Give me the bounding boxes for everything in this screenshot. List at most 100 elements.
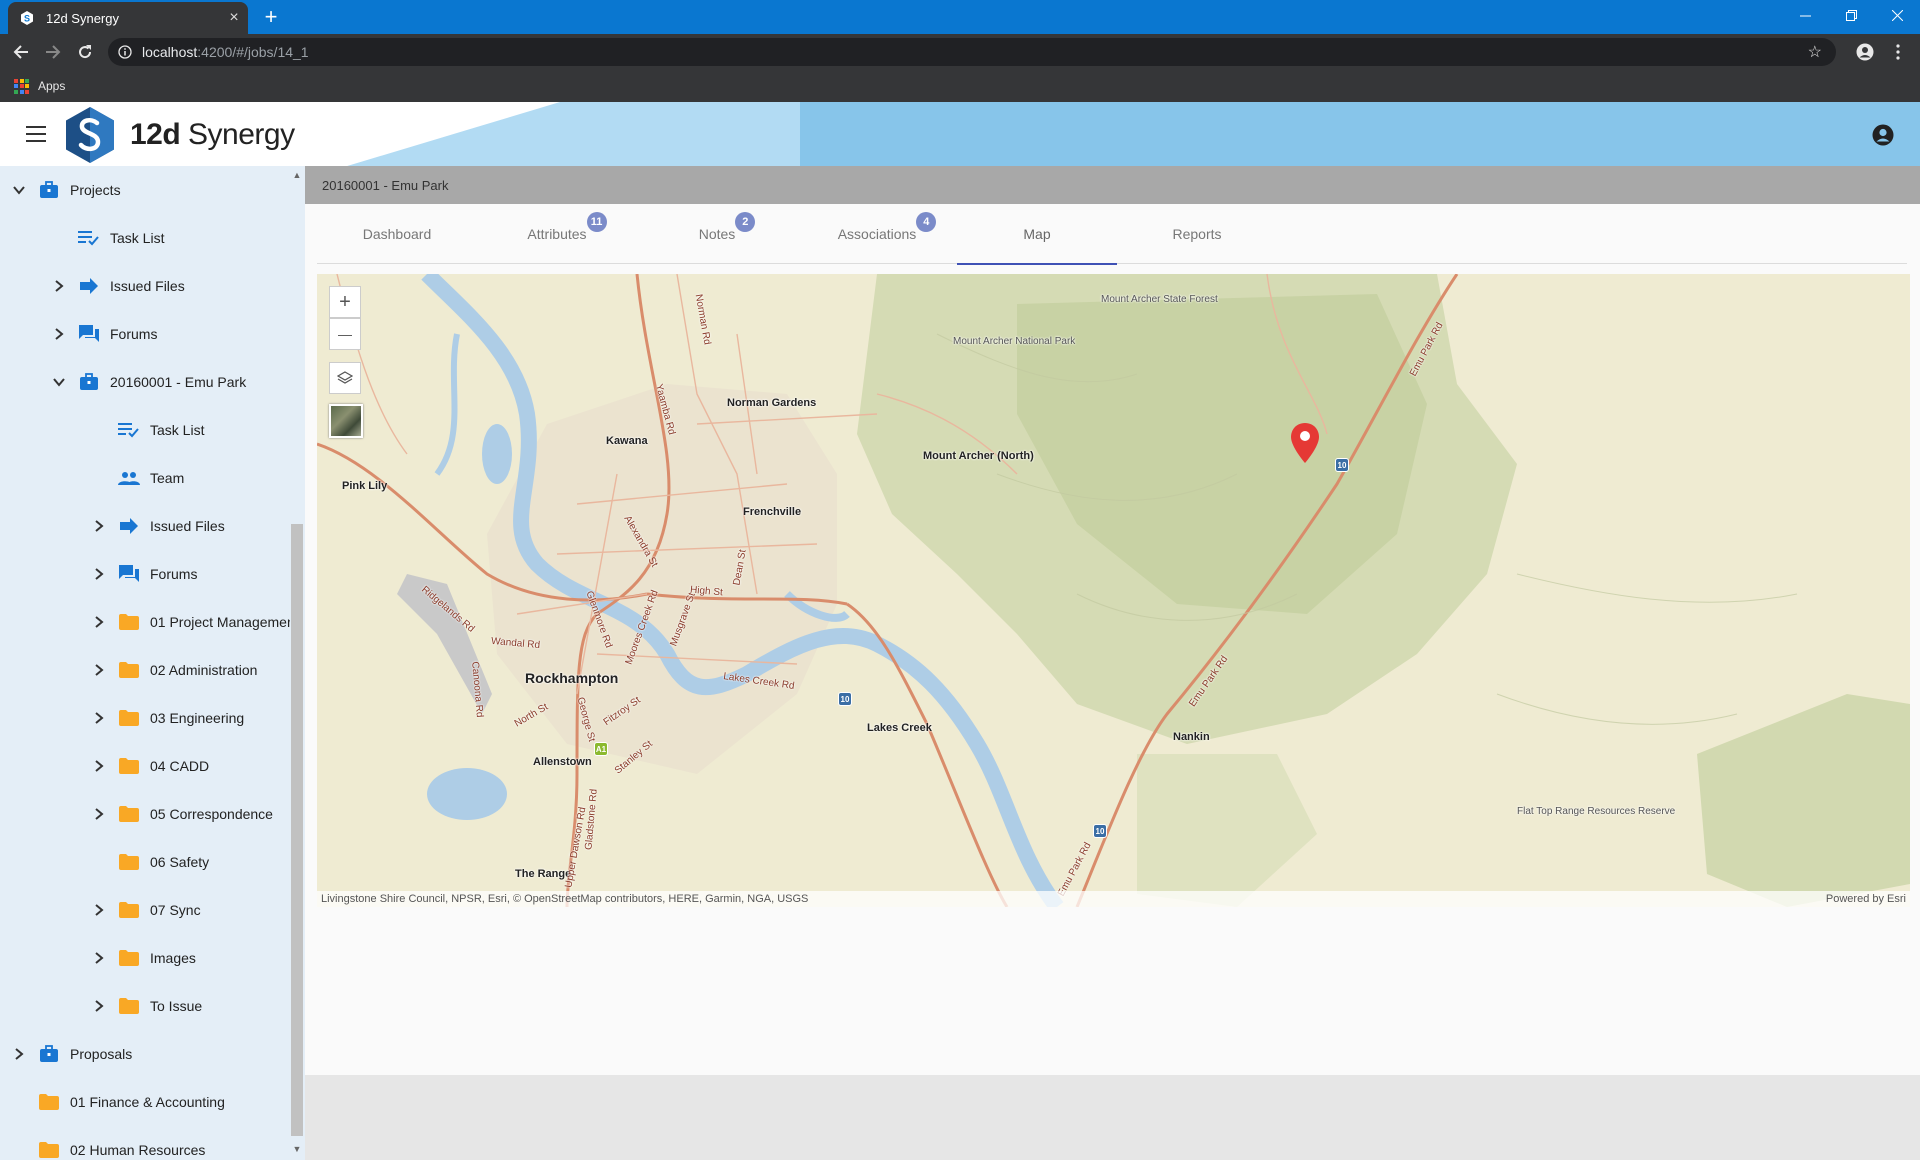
new-tab-button[interactable]: +	[258, 4, 284, 30]
sidebar-item-task-list[interactable]: Task List	[52, 214, 164, 262]
chevron-right-icon[interactable]	[52, 279, 66, 293]
chevron-right-icon[interactable]	[12, 1047, 26, 1061]
bookmarks-bar: Apps	[0, 70, 1920, 102]
chevron-right-icon[interactable]	[92, 807, 106, 821]
chevron-right-icon[interactable]	[52, 327, 66, 341]
sidebar-item-01-finance-accounting[interactable]: 01 Finance & Accounting	[12, 1078, 225, 1126]
powered-by-esri[interactable]: Powered by Esri	[1826, 893, 1906, 905]
back-icon[interactable]	[8, 39, 34, 65]
layers-button[interactable]	[329, 362, 361, 394]
location-pin-icon[interactable]	[1290, 422, 1320, 464]
hamburger-menu-icon[interactable]	[26, 126, 46, 142]
chevron-right-icon[interactable]	[92, 615, 106, 629]
forward-icon[interactable]	[40, 39, 66, 65]
tab-close-icon[interactable]: ×	[220, 9, 248, 27]
restore-icon[interactable]	[1828, 0, 1874, 30]
brand-suffix: Synergy	[180, 118, 295, 151]
tab-map[interactable]: Map	[957, 204, 1117, 265]
sidebar-item-label: 03 Engineering	[150, 710, 245, 726]
zoom-in-button[interactable]: +	[329, 286, 361, 318]
sidebar-item-label: 01 Project Management	[150, 614, 299, 630]
chevron-right-icon[interactable]	[92, 567, 106, 581]
chevron-down-icon[interactable]	[52, 375, 66, 389]
tab-label: Map	[1023, 226, 1051, 242]
chevron-right-icon[interactable]	[92, 519, 106, 533]
basemap-toggle[interactable]	[329, 404, 363, 438]
zoom-out-button[interactable]: —	[329, 318, 361, 350]
tab-label-text: Associations	[837, 226, 917, 242]
label-lakes-creek: Lakes Creek	[867, 722, 932, 734]
tab-reports[interactable]: Reports	[1117, 204, 1277, 264]
sidebar-item-02-human-resources[interactable]: 02 Human Resources	[12, 1126, 205, 1160]
folder-icon	[118, 851, 140, 873]
sidebar-item-04-cadd[interactable]: 04 CADD	[92, 742, 209, 790]
chevron-right-icon[interactable]	[92, 759, 106, 773]
label-flat-top: Flat Top Range Resources Reserve	[1517, 806, 1676, 817]
reload-icon[interactable]	[72, 39, 98, 65]
tab-attributes[interactable]: Attributes 11	[477, 204, 637, 264]
browser-tab[interactable]: S 12d Synergy ×	[8, 2, 248, 34]
sidebar-item-proposals[interactable]: Proposals	[12, 1030, 132, 1078]
address-bar[interactable]: localhost:4200/#/jobs/14_1 ☆	[108, 38, 1836, 66]
sidebar-item-label: 01 Finance & Accounting	[70, 1094, 225, 1110]
sidebar-item-issued-files[interactable]: Issued Files	[92, 502, 225, 550]
synergy-logo-icon	[66, 107, 114, 163]
folder-icon	[38, 1139, 60, 1160]
team-icon	[118, 467, 140, 489]
chevron-right-icon[interactable]	[92, 711, 106, 725]
tab-associations[interactable]: Associations 4	[797, 204, 957, 264]
scroll-up-icon[interactable]: ▲	[291, 170, 303, 182]
sidebar-item-03-engineering[interactable]: 03 Engineering	[92, 694, 244, 742]
breadcrumb-current: 20160001 - Emu Park	[322, 177, 449, 193]
sidebar-item-label: 02 Human Resources	[70, 1142, 206, 1158]
close-window-icon[interactable]	[1874, 0, 1920, 30]
sidebar-item-team[interactable]: Team	[92, 454, 184, 502]
chevron-right-icon[interactable]	[92, 903, 106, 917]
sidebar-item-05-correspondence[interactable]: 05 Correspondence	[92, 790, 273, 838]
sidebar-item-01-project-management[interactable]: 01 Project Management	[92, 598, 299, 646]
minimize-icon[interactable]	[1782, 0, 1828, 30]
sidebar-item-07-sync[interactable]: 07 Sync	[92, 886, 201, 934]
sidebar-item-forums[interactable]: Forums	[92, 550, 197, 598]
chevron-right-icon[interactable]	[92, 663, 106, 677]
sidebar-scrollbar-thumb[interactable]	[291, 524, 303, 1136]
profile-icon[interactable]	[1853, 40, 1877, 64]
tab-notes[interactable]: Notes 2	[637, 204, 797, 264]
info-icon[interactable]	[118, 45, 132, 59]
user-account-icon[interactable]	[1872, 124, 1894, 146]
chevron-down-icon[interactable]	[12, 183, 26, 197]
sidebar-item-issued-files[interactable]: Issued Files	[52, 262, 185, 310]
folder-icon	[118, 803, 140, 825]
label-frenchville: Frenchville	[743, 506, 802, 518]
sidebar-item-20160001-emu-park[interactable]: 20160001 - Emu Park	[52, 358, 246, 406]
scroll-down-icon[interactable]: ▼	[291, 1144, 303, 1156]
sidebar-item-02-administration[interactable]: 02 Administration	[92, 646, 257, 694]
sidebar-item-label: To Issue	[150, 998, 203, 1014]
bookmark-apps[interactable]: Apps	[38, 79, 65, 93]
sidebar-item-label: Forums	[150, 566, 198, 582]
sidebar-item-label: 05 Correspondence	[150, 806, 273, 822]
sidebar-item-forums[interactable]: Forums	[52, 310, 157, 358]
attributes-count-badge: 11	[586, 212, 607, 232]
tab-label: Notes 2	[699, 212, 756, 242]
chevron-right-icon[interactable]	[92, 999, 106, 1013]
sidebar-item-projects[interactable]: Projects	[12, 166, 121, 214]
attribution-text: Livingstone Shire Council, NPSR, Esri, ©…	[321, 893, 809, 905]
sidebar-item-images[interactable]: Images	[92, 934, 196, 982]
label-norman-gardens: Norman Gardens	[727, 397, 817, 409]
bookmark-star-icon[interactable]: ☆	[1808, 42, 1822, 62]
chevron-right-icon[interactable]	[92, 951, 106, 965]
sidebar-item-task-list[interactable]: Task List	[92, 406, 204, 454]
main-content: 20160001 - Emu Park Dashboard Attributes…	[305, 166, 1920, 1160]
menu-kebab-icon[interactable]	[1886, 40, 1910, 64]
folder-icon	[118, 995, 140, 1017]
sidebar-item-06-safety[interactable]: 06 Safety	[92, 838, 209, 886]
tab-dashboard[interactable]: Dashboard	[317, 204, 477, 264]
task-list-icon	[78, 227, 100, 249]
map-view[interactable]: Mount Archer State Forest Mount Archer N…	[317, 274, 1910, 907]
sidebar-item-to-issue[interactable]: To Issue	[92, 982, 202, 1030]
label-allenstown: Allenstown	[533, 756, 592, 768]
apps-grid-icon[interactable]	[14, 78, 29, 94]
sidebar-item-label: 07 Sync	[150, 902, 201, 918]
sidebar-item-label: Proposals	[70, 1046, 133, 1062]
